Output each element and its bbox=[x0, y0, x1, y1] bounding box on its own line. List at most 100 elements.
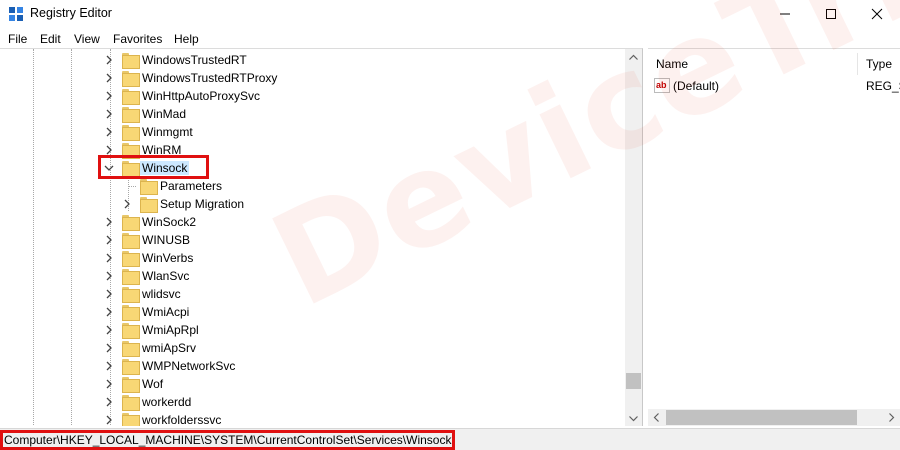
tree-node-label[interactable]: WINUSB bbox=[142, 233, 190, 247]
values-list[interactable]: Name Type ab (Default) REG_SZ bbox=[648, 48, 900, 426]
maximize-button[interactable] bbox=[808, 0, 854, 28]
menu-help[interactable]: Help bbox=[174, 32, 199, 46]
tree-vertical-scrollbar[interactable] bbox=[625, 49, 642, 426]
scroll-left-button[interactable] bbox=[648, 409, 665, 426]
chevron-right-icon[interactable] bbox=[122, 198, 132, 210]
tree-node-label[interactable]: WMPNetworkSvc bbox=[142, 359, 235, 373]
tree-node-label[interactable]: WinMad bbox=[142, 107, 186, 121]
chevron-right-icon[interactable] bbox=[104, 126, 114, 138]
chevron-right-icon[interactable] bbox=[104, 252, 114, 264]
chevron-right-icon[interactable] bbox=[104, 54, 114, 66]
column-separator[interactable] bbox=[857, 53, 858, 75]
tree-node[interactable]: WindowsTrustedRT bbox=[0, 51, 620, 69]
chevron-right-icon[interactable] bbox=[104, 288, 114, 300]
folder-icon bbox=[122, 341, 140, 357]
chevron-right-icon[interactable] bbox=[104, 216, 114, 228]
tree-node[interactable]: workfolderssvc bbox=[0, 411, 620, 426]
chevron-right-icon[interactable] bbox=[104, 414, 114, 426]
tree-node[interactable]: WinMad bbox=[0, 105, 620, 123]
tree-node-label[interactable]: Winmgmt bbox=[142, 125, 193, 139]
tree-node-label[interactable]: WmiApRpl bbox=[142, 323, 199, 337]
tree-node-label[interactable]: WinVerbs bbox=[142, 251, 193, 265]
tree-node-label[interactable]: Parameters bbox=[160, 179, 222, 193]
minimize-button[interactable] bbox=[762, 0, 808, 28]
tree-connector bbox=[128, 186, 136, 187]
tree-node[interactable]: WlanSvc bbox=[0, 267, 620, 285]
folder-icon bbox=[122, 359, 140, 375]
folder-icon bbox=[122, 377, 140, 393]
scroll-up-button[interactable] bbox=[625, 49, 642, 66]
tree-node-label[interactable]: Setup Migration bbox=[160, 197, 244, 211]
status-bar: Computer\HKEY_LOCAL_MACHINE\SYSTEM\Curre… bbox=[0, 428, 900, 450]
chevron-right-icon[interactable] bbox=[104, 72, 114, 84]
menu-edit[interactable]: Edit bbox=[40, 32, 61, 46]
menu-favorites[interactable]: Favorites bbox=[113, 32, 162, 46]
tree-node-label[interactable]: WlanSvc bbox=[142, 269, 189, 283]
tree-node[interactable]: wmiApSrv bbox=[0, 339, 620, 357]
chevron-right-icon[interactable] bbox=[104, 90, 114, 102]
chevron-right-icon[interactable] bbox=[104, 342, 114, 354]
chevron-right-icon[interactable] bbox=[104, 306, 114, 318]
tree-node[interactable]: WINUSB bbox=[0, 231, 620, 249]
scroll-thumb[interactable] bbox=[626, 373, 641, 389]
scroll-thumb[interactable] bbox=[666, 410, 857, 425]
registry-path: Computer\HKEY_LOCAL_MACHINE\SYSTEM\Curre… bbox=[4, 433, 452, 447]
chevron-right-icon[interactable] bbox=[104, 108, 114, 120]
scroll-right-button[interactable] bbox=[883, 409, 900, 426]
tree-node[interactable]: WinHttpAutoProxySvc bbox=[0, 87, 620, 105]
tree-node[interactable]: WmiAcpi bbox=[0, 303, 620, 321]
tree-node[interactable]: WmiApRpl bbox=[0, 321, 620, 339]
menu-file[interactable]: File bbox=[8, 32, 27, 46]
menu-view[interactable]: View bbox=[74, 32, 100, 46]
window-title: Registry Editor bbox=[30, 6, 112, 20]
folder-icon bbox=[122, 107, 140, 123]
close-button[interactable] bbox=[854, 0, 900, 28]
tree-node[interactable]: WMPNetworkSvc bbox=[0, 357, 620, 375]
tree-node[interactable]: workerdd bbox=[0, 393, 620, 411]
column-header-name[interactable]: Name bbox=[656, 57, 688, 71]
chevron-down-icon[interactable] bbox=[104, 162, 114, 174]
folder-icon bbox=[122, 251, 140, 267]
title-bar: Registry Editor bbox=[0, 0, 900, 28]
tree-node[interactable]: Winsock bbox=[0, 159, 620, 177]
tree-node-label[interactable]: Winsock bbox=[140, 161, 190, 175]
list-horizontal-scrollbar[interactable] bbox=[648, 409, 900, 426]
tree-node[interactable]: WinRM bbox=[0, 141, 620, 159]
tree-node-label[interactable]: Wof bbox=[142, 377, 163, 391]
tree-node[interactable]: Parameters bbox=[0, 177, 620, 195]
tree-node[interactable]: Wof bbox=[0, 375, 620, 393]
tree-node-label[interactable]: workfolderssvc bbox=[142, 413, 221, 426]
folder-icon bbox=[122, 287, 140, 303]
tree-node[interactable]: WinVerbs bbox=[0, 249, 620, 267]
folder-icon bbox=[122, 53, 140, 69]
tree-node-label[interactable]: WinSock2 bbox=[142, 215, 196, 229]
tree-node[interactable]: Winmgmt bbox=[0, 123, 620, 141]
chevron-right-icon[interactable] bbox=[104, 234, 114, 246]
folder-icon bbox=[140, 179, 158, 195]
chevron-right-icon[interactable] bbox=[104, 144, 114, 156]
value-row[interactable]: ab (Default) REG_SZ bbox=[654, 77, 900, 95]
folder-icon bbox=[122, 413, 140, 426]
tree-node-label[interactable]: wlidsvc bbox=[142, 287, 181, 301]
tree-node-label[interactable]: WmiAcpi bbox=[142, 305, 189, 319]
tree-node-label[interactable]: WindowsTrustedRT bbox=[142, 53, 247, 67]
chevron-right-icon[interactable] bbox=[104, 270, 114, 282]
tree-node-label[interactable]: wmiApSrv bbox=[142, 341, 196, 355]
tree-node-label[interactable]: WindowsTrustedRTProxy bbox=[142, 71, 277, 85]
chevron-right-icon[interactable] bbox=[104, 378, 114, 390]
tree-node-label[interactable]: WinRM bbox=[142, 143, 181, 157]
tree-node-label[interactable]: workerdd bbox=[142, 395, 191, 409]
chevron-right-icon[interactable] bbox=[104, 324, 114, 336]
chevron-right-icon[interactable] bbox=[104, 360, 114, 372]
folder-icon bbox=[122, 143, 140, 159]
scroll-down-button[interactable] bbox=[625, 410, 642, 426]
folder-icon bbox=[140, 197, 158, 213]
registry-tree[interactable]: WindowsTrustedRT WindowsTrustedRTProxy Win… bbox=[0, 48, 643, 426]
tree-node[interactable]: Setup Migration bbox=[0, 195, 620, 213]
tree-node-label[interactable]: WinHttpAutoProxySvc bbox=[142, 89, 260, 103]
tree-node[interactable]: WindowsTrustedRTProxy bbox=[0, 69, 620, 87]
chevron-right-icon[interactable] bbox=[104, 396, 114, 408]
tree-node[interactable]: wlidsvc bbox=[0, 285, 620, 303]
tree-node[interactable]: WinSock2 bbox=[0, 213, 620, 231]
column-header-type[interactable]: Type bbox=[866, 57, 892, 71]
